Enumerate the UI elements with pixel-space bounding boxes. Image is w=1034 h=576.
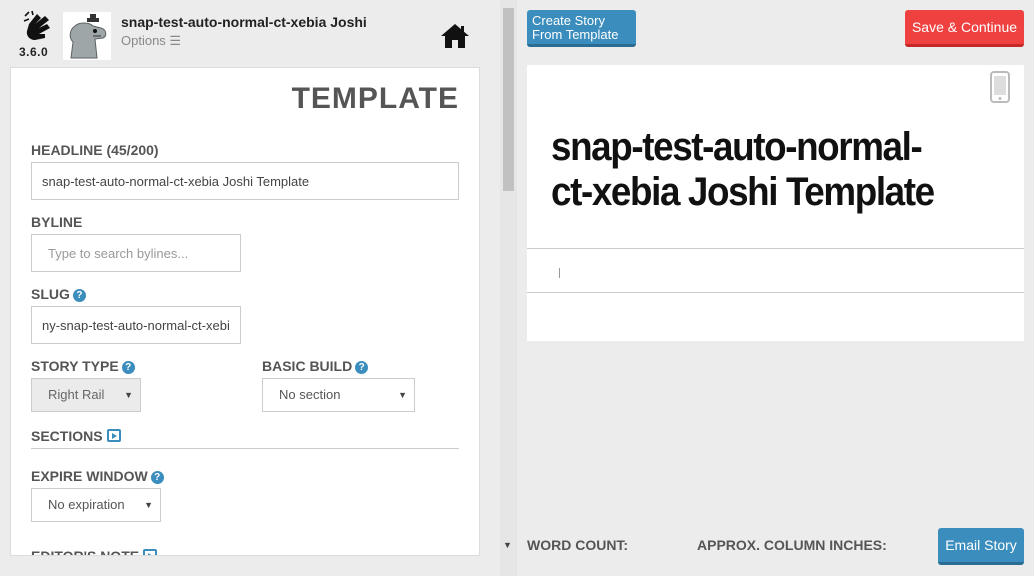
help-icon[interactable]: ? <box>355 361 369 374</box>
expire-window-select[interactable]: No expiration ▼ <box>31 488 161 522</box>
expire-window-label: EXPIRE WINDOW <box>31 468 148 484</box>
story-title: snap-test-auto-normal-ct-xebia Joshi <box>121 14 367 30</box>
version-label: 3.6.0 <box>19 45 49 59</box>
story-type-select[interactable]: Right Rail ▼ <box>31 378 141 412</box>
panel-title: TEMPLATE <box>291 82 459 115</box>
expire-window-value: No expiration <box>48 497 125 512</box>
section-divider <box>31 448 459 449</box>
slug-input[interactable] <box>31 306 241 344</box>
create-template-line1: Create Story <box>532 13 605 28</box>
preview-divider <box>527 292 1024 293</box>
basic-build-select[interactable]: No section ▼ <box>262 378 415 412</box>
preview-headline: snap-test-auto-normal-ct-xebia Joshi Tem… <box>551 125 935 214</box>
byline-search-input[interactable] <box>31 234 241 272</box>
chevron-down-icon: ▼ <box>144 500 153 510</box>
slug-label: SLUG <box>31 286 70 302</box>
dinosaur-avatar-icon <box>63 12 111 60</box>
save-continue-button[interactable]: Save & Continue <box>905 10 1024 47</box>
expire-window-label-row: EXPIRE WINDOW? <box>31 468 164 484</box>
basic-build-value: No section <box>279 387 341 402</box>
template-form-panel: TEMPLATE HEADLINE (45/200) BYLINE SLUG? … <box>10 67 480 556</box>
create-template-line2: From Template <box>532 27 619 42</box>
story-type-label: STORY TYPE <box>31 358 119 374</box>
hand-gesture-icon <box>23 10 50 40</box>
editors-note-label: EDITOR'S NOTE <box>31 548 140 556</box>
editors-note-label-row: EDITOR'S NOTE <box>31 548 158 556</box>
basic-build-label: BASIC BUILD <box>262 358 353 374</box>
help-icon[interactable]: ? <box>150 471 164 484</box>
home-icon[interactable] <box>440 22 470 50</box>
sections-label: SECTIONS <box>31 428 103 444</box>
chevron-down-icon: ▼ <box>398 390 407 400</box>
text-cursor <box>559 268 560 278</box>
story-type-value: Right Rail <box>48 387 105 402</box>
help-icon[interactable]: ? <box>121 361 135 374</box>
slug-label-row: SLUG? <box>31 286 86 302</box>
email-story-button[interactable]: Email Story <box>938 528 1024 565</box>
basic-build-label-row: BASIC BUILD? <box>262 358 369 374</box>
word-count-label: WORD COUNT: <box>527 537 629 553</box>
preview-divider <box>527 248 1024 249</box>
headline-input[interactable] <box>31 162 459 200</box>
column-inches-label: APPROX. COLUMN INCHES: <box>697 537 887 553</box>
scroll-down-icon[interactable]: ▼ <box>503 540 512 550</box>
create-from-template-button[interactable]: Create Story From Template <box>527 10 636 47</box>
sections-toggle[interactable]: SECTIONS <box>31 428 121 444</box>
scrollbar-thumb[interactable] <box>503 8 514 191</box>
byline-label: BYLINE <box>31 214 83 230</box>
options-menu[interactable]: Options ☰ <box>121 33 181 49</box>
user-avatar[interactable] <box>63 12 111 60</box>
help-icon[interactable]: ? <box>72 289 86 302</box>
story-type-label-row: STORY TYPE? <box>31 358 135 374</box>
mobile-device-icon[interactable] <box>990 71 1010 103</box>
story-preview: snap-test-auto-normal-ct-xebia Joshi Tem… <box>527 65 1024 341</box>
expand-icon[interactable] <box>143 549 158 555</box>
headline-label: HEADLINE (45/200) <box>31 142 159 158</box>
expand-icon[interactable] <box>106 429 121 442</box>
chevron-down-icon: ▼ <box>124 390 133 400</box>
